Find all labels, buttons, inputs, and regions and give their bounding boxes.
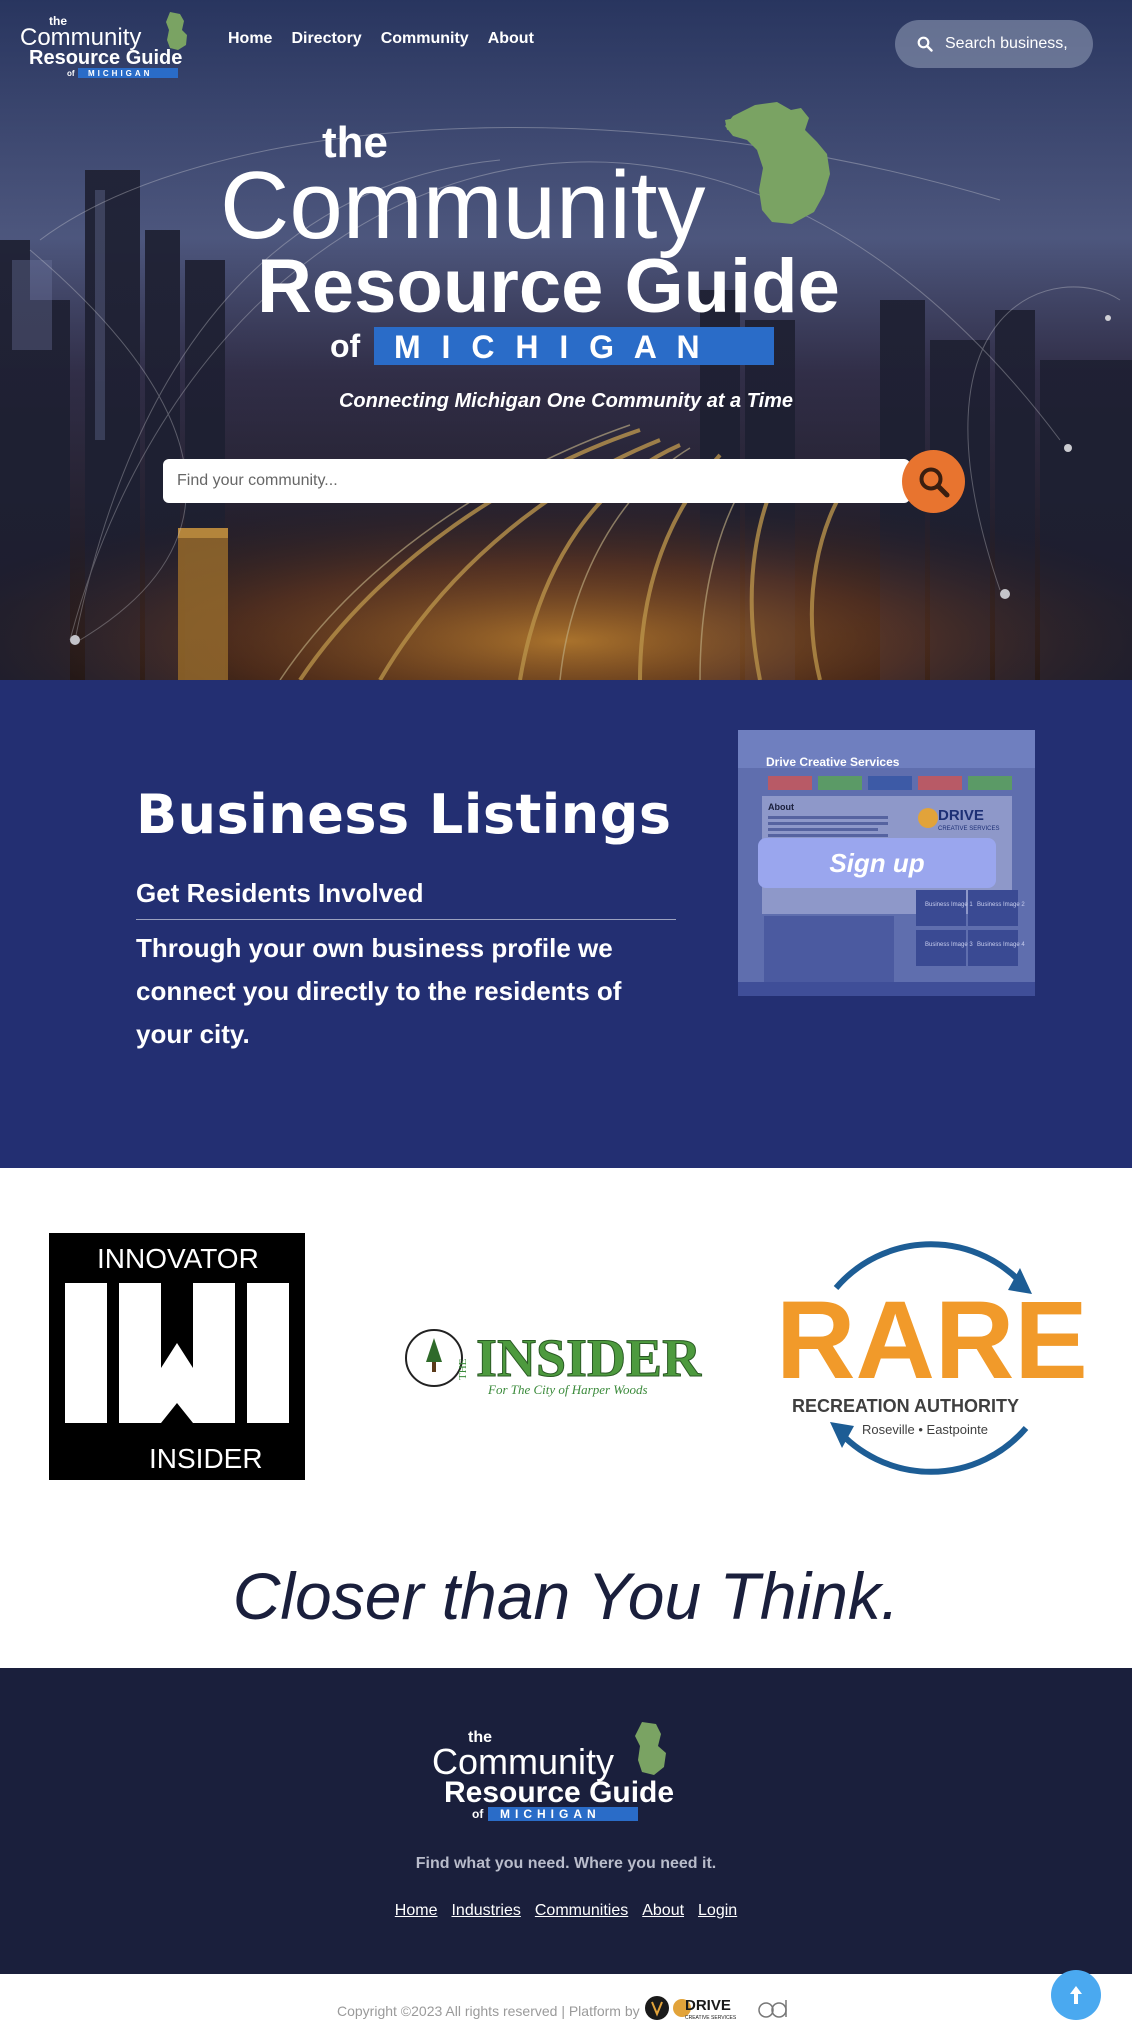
nav-logo[interactable]: the Community Resource Guide of MICHIGAN	[20, 8, 210, 78]
nav-about-link[interactable]: About	[488, 30, 534, 48]
back-to-top-button[interactable]	[1051, 1970, 1101, 2020]
community-resource-guide-logo: the Community Resource Guide of MICHIGAN	[20, 12, 187, 78]
listings-title: Business Listings	[136, 783, 672, 846]
svg-text:Resource Guide: Resource Guide	[29, 47, 182, 69]
rare-recreation-authority-logo[interactable]: RARE RECREATION AUTHORITY Roseville • Ea…	[776, 1228, 1088, 1488]
partners-section: INNOVATOR INSIDER THE INSIDER For The Ci…	[0, 1168, 1132, 1668]
svg-text:Business Image 4: Business Image 4	[977, 942, 1025, 948]
business-search-label: Search business,	[945, 35, 1068, 52]
svg-text:INNOVATOR: INNOVATOR	[97, 1243, 259, 1274]
svg-text:Drive Creative Services: Drive Creative Services	[766, 755, 900, 769]
nav-directory-link[interactable]: Directory	[291, 30, 361, 48]
business-search-button[interactable]: Search business,	[895, 20, 1093, 68]
business-listings-section: Business Listings Get Residents Involved…	[0, 680, 1132, 1168]
community-search-input[interactable]	[163, 459, 910, 503]
footer-industries-link[interactable]: Industries	[451, 1902, 520, 1920]
svg-text:Community: Community	[220, 152, 705, 259]
listings-divider	[136, 919, 676, 920]
svg-text:DRIVE: DRIVE	[685, 1997, 731, 2014]
innovator-insider-logo-image: INNOVATOR INSIDER	[49, 1233, 305, 1480]
svg-text:For The City of Harper Woods: For The City of Harper Woods	[487, 1382, 648, 1397]
search-icon	[917, 36, 933, 52]
svg-text:Business Image 1: Business Image 1	[925, 902, 973, 908]
svg-text:M I C H I G A N: M I C H I G A N	[394, 329, 706, 365]
svg-text:of: of	[67, 69, 75, 78]
main-nav: Home Directory Community About	[228, 30, 534, 48]
footer-about-link[interactable]: About	[642, 1902, 684, 1920]
footer-nav: Home Industries Communities About Login	[0, 1902, 1132, 1920]
listings-description: Through your own business profile we con…	[136, 933, 622, 1049]
closer-than-you-think-text: Closer than You Think.	[232, 1559, 900, 1633]
michigan-silhouette-icon	[725, 102, 830, 224]
copyright-bar: Copyright ©2023 All rights reserved | Pl…	[0, 1974, 1132, 2038]
footer-tagline: Find what you need. Where you need it.	[415, 1855, 717, 1872]
svg-text:CREATIVE SERVICES: CREATIVE SERVICES	[685, 2015, 737, 2021]
footer: the Community Resource Guide of MICHIGAN…	[0, 1668, 1132, 1974]
svg-text:RARE: RARE	[776, 1279, 1086, 1402]
svg-text:THE: THE	[457, 1358, 469, 1380]
svg-text:CREATIVE SERVICES: CREATIVE SERVICES	[938, 826, 999, 832]
harper-woods-insider-logo[interactable]: THE INSIDER For The City of Harper Woods	[404, 1318, 704, 1408]
footer-logo[interactable]: the Community Resource Guide of MICHIGAN	[430, 1716, 702, 1826]
svg-text:Resource Guide: Resource Guide	[257, 244, 840, 329]
svg-text:of: of	[472, 1807, 484, 1821]
michigan-silhouette-icon	[166, 12, 187, 50]
svg-text:INSIDER: INSIDER	[476, 1328, 702, 1388]
svg-text:DRIVE: DRIVE	[938, 807, 984, 824]
hero-tagline: Connecting Michigan One Community at a T…	[338, 390, 794, 412]
footer-communities-link[interactable]: Communities	[535, 1902, 628, 1920]
rare-logo-image: RARE RECREATION AUTHORITY Roseville • Ea…	[776, 1241, 1088, 1475]
community-resource-guide-logo: the Community Resource Guide of MICHIGAN	[432, 1722, 674, 1821]
svg-text:MICHIGAN: MICHIGAN	[88, 69, 152, 78]
svg-text:Business Image 3: Business Image 3	[925, 942, 973, 948]
hero-section: the Community Resource Guide of MICHIGAN…	[0, 0, 1132, 680]
svg-text:Roseville • Eastpointe: Roseville • Eastpointe	[862, 1422, 988, 1437]
svg-text:Business Image 2: Business Image 2	[977, 902, 1025, 908]
hero-logo: the Community Resource Guide of M I C H …	[220, 102, 840, 365]
svg-text:About: About	[768, 802, 794, 812]
platform-partner-logos[interactable]: DRIVE CREATIVE SERVICES	[645, 1992, 795, 2024]
listings-subtitle: Get Residents Involved	[136, 878, 424, 908]
svg-text:INSIDER: INSIDER	[149, 1443, 263, 1474]
arrow-up-icon	[1070, 1986, 1082, 2004]
signup-button[interactable]: Sign up	[758, 838, 996, 888]
svg-text:MICHIGAN: MICHIGAN	[500, 1807, 601, 1821]
footer-login-link[interactable]: Login	[698, 1902, 737, 1920]
michigan-silhouette-icon	[635, 1722, 666, 1775]
footer-home-link[interactable]: Home	[395, 1902, 438, 1920]
svg-text:Resource Guide: Resource Guide	[444, 1776, 674, 1809]
copyright-text: Copyright ©2023 All rights reserved | Pl…	[337, 2003, 640, 2019]
search-icon	[919, 467, 949, 497]
harper-woods-insider-logo-image: THE INSIDER For The City of Harper Woods	[405, 1328, 703, 1397]
nav-community-link[interactable]: Community	[381, 30, 469, 48]
community-search-button[interactable]	[902, 450, 965, 513]
innovator-insider-logo[interactable]: INNOVATOR INSIDER	[49, 1233, 305, 1480]
svg-text:of: of	[330, 328, 361, 364]
nav-home-link[interactable]: Home	[228, 30, 272, 48]
svg-text:RECREATION AUTHORITY: RECREATION AUTHORITY	[792, 1396, 1019, 1416]
